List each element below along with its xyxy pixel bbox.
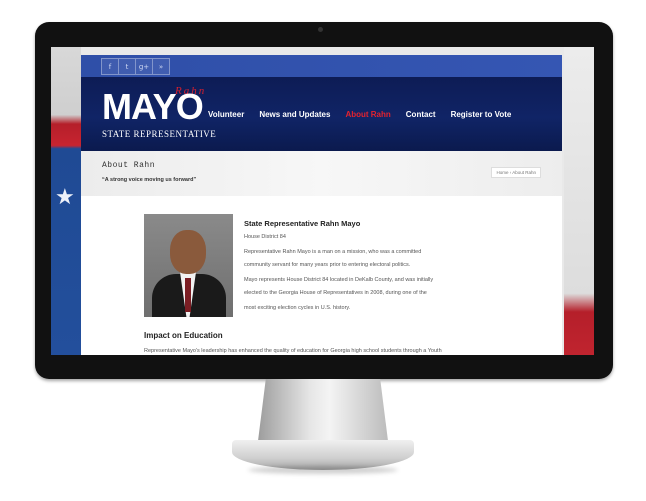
- monitor-stand-neck: [258, 379, 388, 441]
- portrait-face: [170, 230, 206, 274]
- bio-line: elected to the Georgia House of Represen…: [244, 290, 427, 296]
- flag-background-left: ★: [51, 47, 81, 355]
- google-plus-icon[interactable]: g+: [135, 58, 152, 75]
- nav-volunteer[interactable]: Volunteer: [208, 110, 244, 119]
- nav-news-and-updates[interactable]: News and Updates: [259, 110, 330, 119]
- logo-last-name[interactable]: MAYO: [102, 89, 204, 125]
- nav-register-to-vote[interactable]: Register to Vote: [451, 110, 512, 119]
- main-content: State Representative Rahn Mayo House Dis…: [81, 196, 562, 355]
- section-title: Impact on Education: [144, 331, 223, 340]
- twitter-icon[interactable]: t: [118, 58, 135, 75]
- bio-line: most exciting election cycles in U.S. hi…: [244, 305, 351, 311]
- bio-line: Mayo represents House District 84 locate…: [244, 277, 434, 283]
- rss-icon[interactable]: »: [152, 58, 170, 75]
- monitor-screen: ★ f t g+ » Rahn MAYO STATE REPRESENTATIV…: [51, 47, 594, 355]
- social-links: f t g+ »: [101, 58, 170, 75]
- webcam: [318, 27, 323, 32]
- nav-about-rahn[interactable]: About Rahn: [345, 110, 390, 119]
- bio-district: House District 84: [244, 234, 286, 240]
- bio-title: State Representative Rahn Mayo: [244, 219, 361, 228]
- stand-shadow: [248, 466, 398, 474]
- social-bar: f t g+ »: [81, 55, 562, 77]
- nav-contact[interactable]: Contact: [406, 110, 436, 119]
- logo-subtitle: STATE REPRESENTATIVE: [102, 129, 217, 139]
- bio-line: Representative Rahn Mayo is a man on a m…: [244, 249, 422, 255]
- breadcrumb[interactable]: Home › About Rahn: [491, 167, 541, 178]
- facebook-icon[interactable]: f: [101, 58, 118, 75]
- page-title: About Rahn: [102, 161, 156, 170]
- main-nav: Volunteer News and Updates About Rahn Co…: [208, 110, 526, 119]
- page-tagline: “A strong voice moving us forward”: [102, 177, 197, 183]
- bio-line: community servant for many years prior t…: [244, 262, 411, 268]
- section-text: Representative Mayo's leadership has enh…: [144, 348, 442, 354]
- site-header: Rahn MAYO STATE REPRESENTATIVE Volunteer…: [81, 77, 562, 151]
- star-icon: ★: [55, 184, 75, 209]
- page-title-bar: About Rahn “A strong voice moving us for…: [81, 151, 562, 197]
- portrait-tie: [185, 278, 191, 312]
- portrait-photo: [144, 214, 233, 317]
- website: f t g+ » Rahn MAYO STATE REPRESENTATIVE …: [81, 55, 562, 355]
- flag-background-right: [564, 47, 594, 355]
